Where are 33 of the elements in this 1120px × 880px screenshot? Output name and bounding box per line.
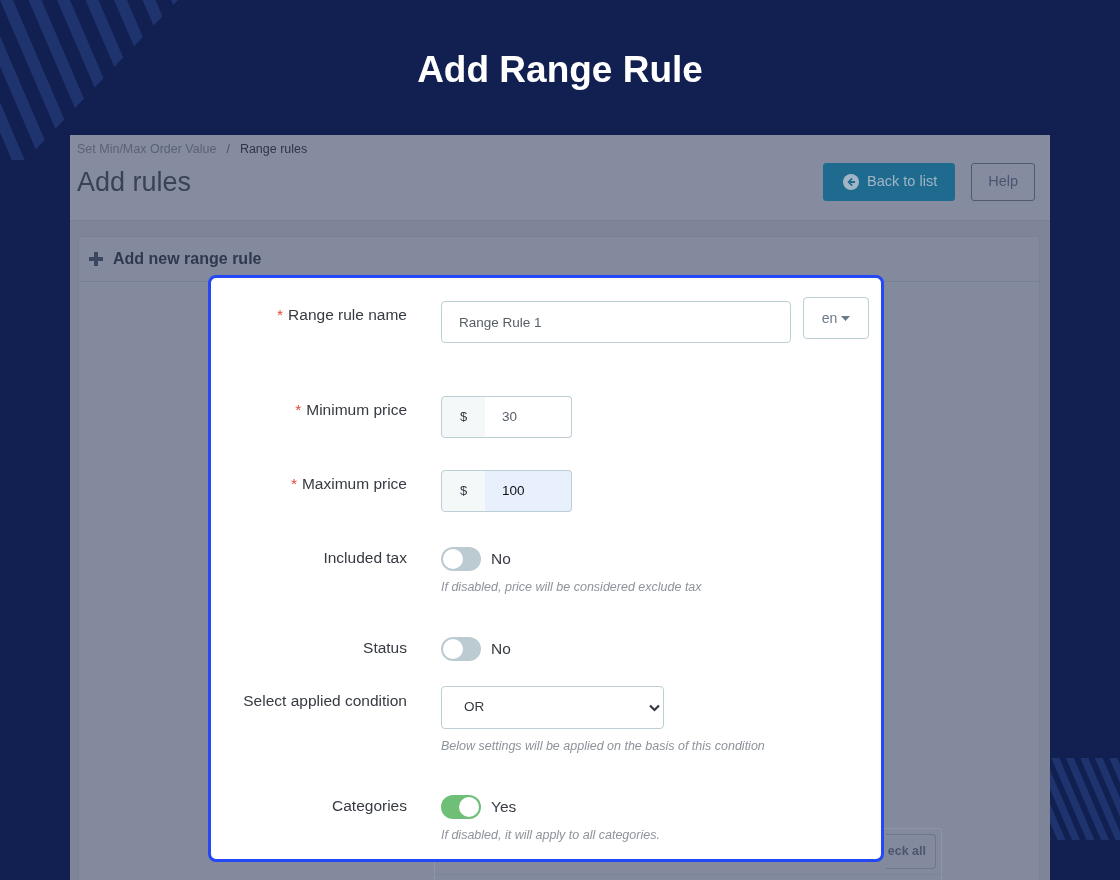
field-label: Status [363,638,407,658]
breadcrumb-separator: / [226,141,230,157]
currency-prefix: $ [441,470,486,512]
card-title: Add new range rule [113,249,262,269]
help-text: Below settings will be applied on the basis of this condition [441,738,766,755]
banner-title: Add Range Rule [417,48,703,91]
price-input[interactable]: 100 [485,470,572,512]
field-label: Select applied condition [243,691,407,711]
switch-state-label: No [491,549,511,569]
field-label: * Minimum price [295,400,407,420]
arrow-left-circle-icon [843,174,860,190]
text-input[interactable]: Range Rule 1 [441,301,791,343]
currency-prefix: $ [441,396,486,438]
field-label: Categories [332,796,407,816]
caret-down-icon [841,315,851,321]
page-title: Add rules [77,166,192,199]
help-text: If disabled, price will be considered exclude tax [441,579,703,596]
switch-state-label: No [491,639,511,659]
toggle-switch[interactable] [441,795,481,819]
chevron-down-icon [649,704,660,712]
toggle-switch[interactable] [441,547,481,571]
plus-icon [89,252,103,266]
field-label: * Range rule name [277,305,407,325]
toggle-switch[interactable] [441,637,481,661]
breadcrumb-current: Range rules [239,141,308,157]
language-dropdown-button[interactable]: en [803,297,869,339]
field-label: Included tax [323,548,407,568]
back-to-list-button[interactable]: Back to list [823,163,956,201]
condition-select[interactable]: OR [441,686,664,729]
switch-state-label: Yes [491,797,517,817]
price-input[interactable]: 30 [485,396,572,438]
field-label: * Maximum price [290,474,407,494]
help-text: If disabled, it will apply to all categories. [441,827,661,844]
